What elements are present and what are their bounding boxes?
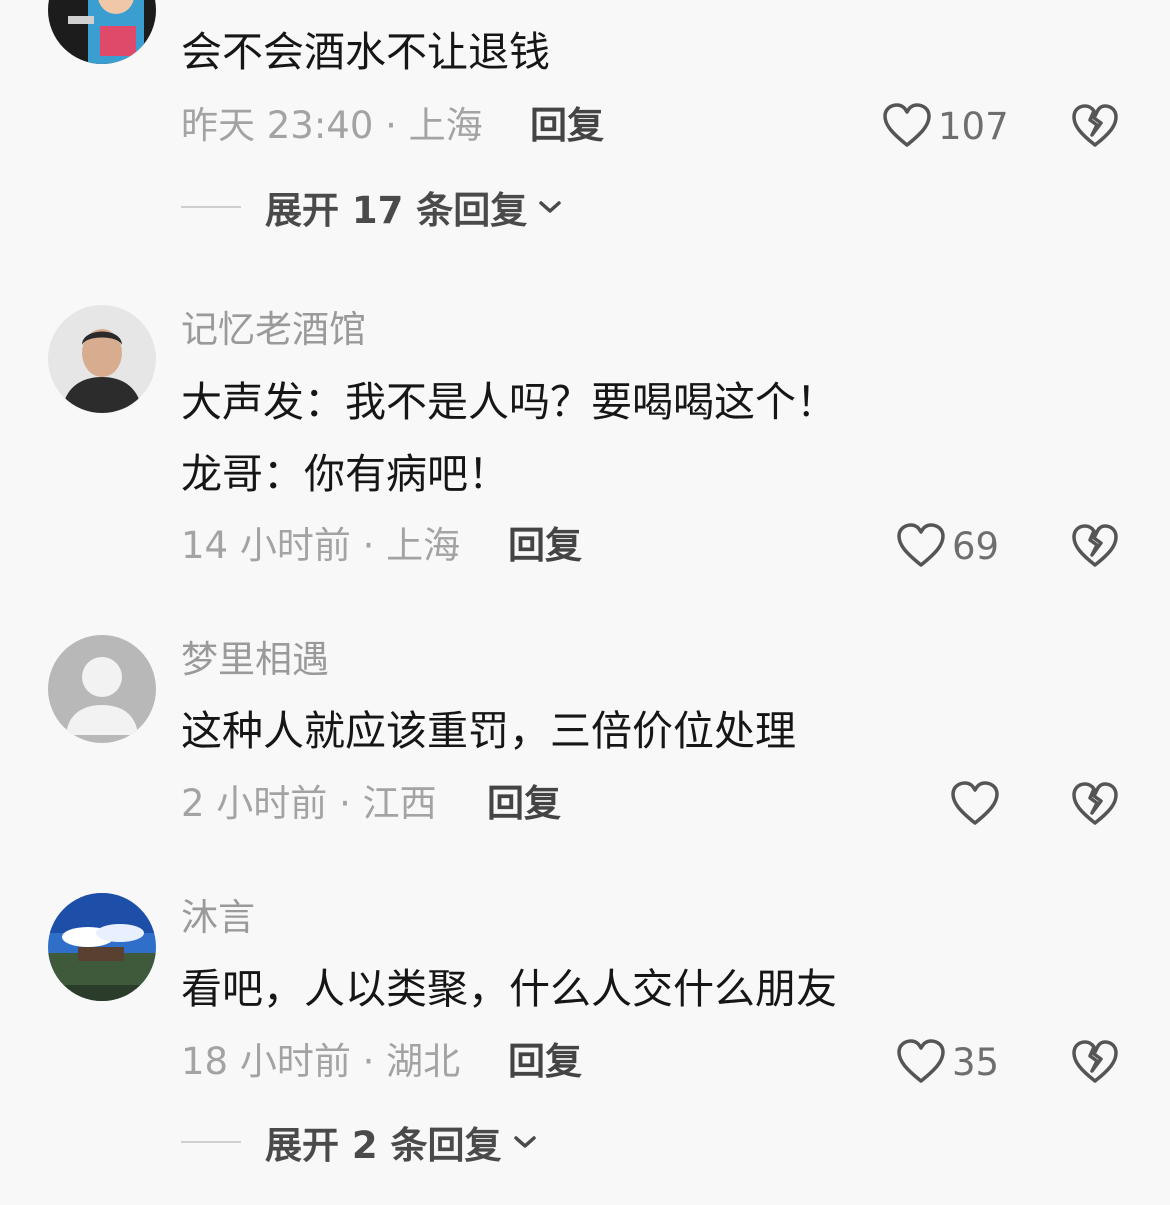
heart-outline-icon [951, 781, 999, 825]
comment-list: 会不会酒水不让退钱 昨天 23:40 · 上海 回复 107 展开 17 条回复 [0, 0, 1170, 1205]
broken-heart-icon[interactable] [1071, 523, 1119, 569]
avatar[interactable] [48, 305, 156, 413]
expand-replies-label: 展开 17 条回复 [265, 189, 528, 232]
heart-outline-icon [897, 523, 945, 567]
expand-replies-label: 展开 2 条回复 [265, 1124, 502, 1167]
like-count: 35 [952, 1040, 1000, 1084]
broken-heart-icon[interactable] [1071, 103, 1119, 149]
broken-heart-icon[interactable] [1071, 781, 1119, 827]
username[interactable]: 记忆老酒馆 [181, 308, 366, 352]
avatar[interactable] [48, 635, 156, 743]
comment-meta: 2 小时前 · 江西 [181, 782, 437, 825]
chevron-down-icon [513, 1136, 536, 1148]
broken-heart-icon[interactable] [1071, 1039, 1119, 1085]
chevron-down-icon [539, 201, 562, 213]
comment-text: 大声发：我不是人吗？要喝喝这个！ [181, 378, 837, 426]
comment-text: 这种人就应该重罚，三倍价位处理 [181, 707, 796, 755]
username[interactable]: 梦里相遇 [181, 638, 329, 682]
heart-outline-icon [883, 103, 931, 147]
divider [181, 1141, 241, 1143]
reply-button[interactable]: 回复 [508, 1040, 582, 1084]
divider [181, 206, 241, 208]
comment-text: 会不会酒水不让退钱 [181, 28, 550, 76]
like-button[interactable] [950, 779, 1006, 829]
like-count: 107 [938, 104, 1009, 148]
comment-meta: 14 小时前 · 上海 [181, 524, 461, 567]
like-button[interactable]: 35 [896, 1037, 999, 1087]
comment-meta: 18 小时前 · 湖北 [181, 1040, 461, 1083]
reply-button[interactable]: 回复 [508, 524, 582, 568]
like-count: 69 [952, 524, 1000, 568]
comment-text: 看吧，人以类聚，什么人交什么朋友 [181, 965, 837, 1013]
avatar[interactable] [48, 0, 156, 64]
like-button[interactable]: 107 [882, 101, 1009, 151]
avatar[interactable] [48, 893, 156, 1001]
reply-button[interactable]: 回复 [487, 782, 561, 826]
expand-replies-button[interactable]: 展开 17 条回复 [181, 185, 563, 232]
heart-outline-icon [897, 1039, 945, 1083]
expand-replies-button[interactable]: 展开 2 条回复 [181, 1120, 538, 1167]
reply-button[interactable]: 回复 [530, 104, 604, 148]
username[interactable]: 沐言 [181, 896, 255, 940]
like-button[interactable]: 69 [896, 521, 999, 571]
comment-text: 龙哥：你有病吧！ [181, 450, 509, 498]
comment-meta: 昨天 23:40 · 上海 [181, 104, 483, 147]
